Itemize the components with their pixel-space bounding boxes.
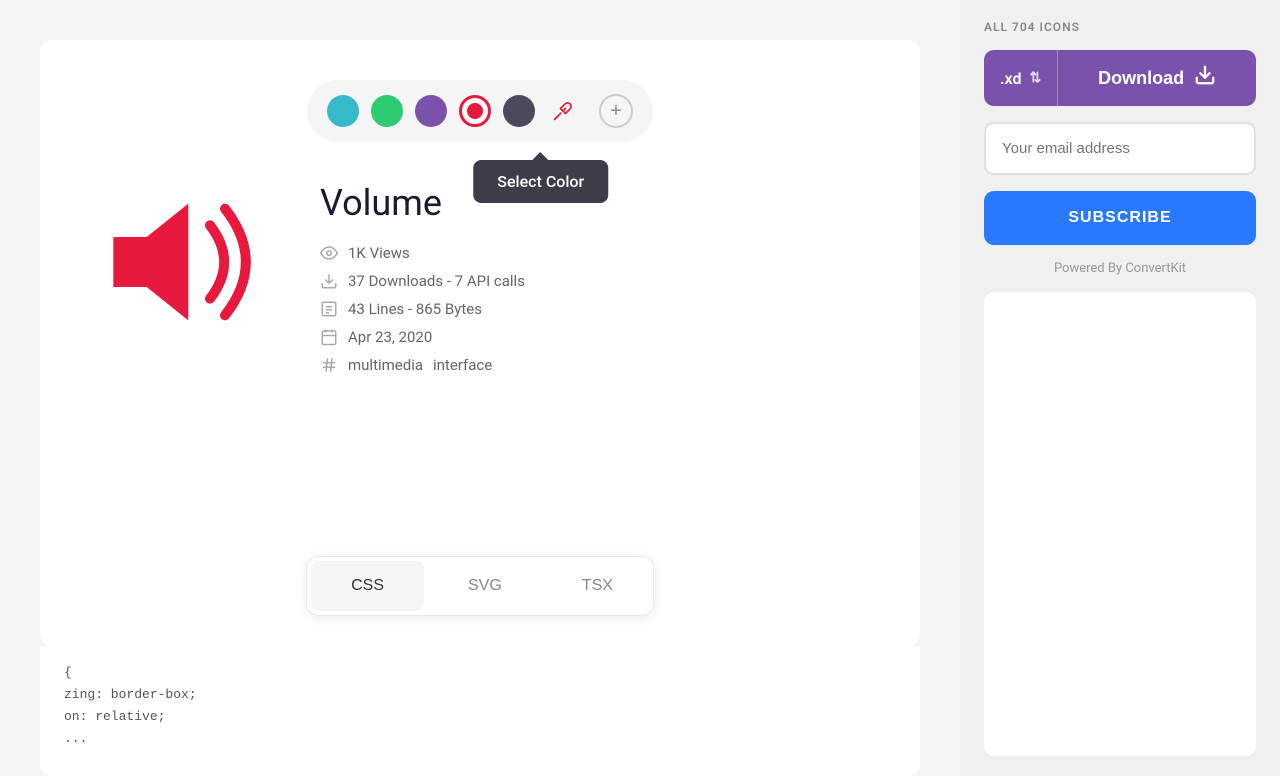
subscribe-button[interactable]: SUBSCRIBE xyxy=(984,191,1256,245)
download-row: .xd ⇅ Download xyxy=(984,50,1256,106)
format-label: .xd xyxy=(1000,69,1022,88)
icon-card: + Select Color Volum xyxy=(40,40,920,646)
color-swatch-dark[interactable] xyxy=(503,95,535,127)
empty-content-box xyxy=(984,292,1256,756)
volume-icon xyxy=(80,172,280,352)
code-line-3: on: relative; xyxy=(64,706,896,728)
powered-by-text: Powered By ConvertKit xyxy=(984,261,1256,276)
eye-icon xyxy=(320,244,338,262)
tag-multimedia[interactable]: multimedia xyxy=(348,356,423,374)
downloads-row: 37 Downloads - 7 API calls xyxy=(320,272,525,290)
download-button[interactable]: Download xyxy=(1058,50,1256,106)
tabs-container: CSS SVG TSX xyxy=(306,556,654,616)
color-picker-row: + xyxy=(307,80,653,142)
tooltip-wrapper: Select Color xyxy=(473,160,608,203)
all-icons-label: ALL 704 ICONS xyxy=(984,20,1256,34)
download-icon xyxy=(320,272,338,290)
email-input[interactable] xyxy=(984,122,1256,175)
date-row: Apr 23, 2020 xyxy=(320,328,525,346)
download-arrow-icon xyxy=(1194,64,1216,92)
lines-text: 43 Lines - 865 Bytes xyxy=(348,300,482,318)
date-text: Apr 23, 2020 xyxy=(348,328,432,346)
color-swatch-purple[interactable] xyxy=(415,95,447,127)
code-snippet: { zing: border-box; on: relative; ... xyxy=(40,646,920,776)
bottom-tabs-area: CSS SVG TSX xyxy=(306,536,654,616)
icon-meta: 1K Views 37 Downloads - 7 API calls xyxy=(320,244,525,374)
code-line-1: { xyxy=(64,662,896,684)
views-text: 1K Views xyxy=(348,244,410,262)
downloads-text: 37 Downloads - 7 API calls xyxy=(348,272,525,290)
format-section: .xd ⇅ xyxy=(984,50,1058,106)
file-icon xyxy=(320,300,338,318)
views-row: 1K Views xyxy=(320,244,525,262)
tab-tsx[interactable]: TSX xyxy=(542,557,653,615)
color-swatch-teal[interactable] xyxy=(327,95,359,127)
hashtag-icon xyxy=(320,356,338,374)
color-swatch-green[interactable] xyxy=(371,95,403,127)
lines-row: 43 Lines - 865 Bytes xyxy=(320,300,525,318)
main-area: + Select Color Volum xyxy=(0,0,960,776)
format-chevron-icon[interactable]: ⇅ xyxy=(1030,70,1042,86)
tab-css[interactable]: CSS xyxy=(311,561,424,611)
tag-interface[interactable]: interface xyxy=(433,356,492,374)
download-label: Download xyxy=(1098,68,1184,89)
tab-svg[interactable]: SVG xyxy=(428,557,542,615)
code-line-2: zing: border-box; xyxy=(64,684,896,706)
select-color-tooltip: Select Color xyxy=(473,160,608,203)
code-line-4: ... xyxy=(64,728,896,750)
calendar-icon xyxy=(320,328,338,346)
tags-row: multimedia interface xyxy=(320,356,525,374)
add-color-button[interactable]: + xyxy=(599,94,633,128)
color-swatch-red[interactable] xyxy=(459,95,491,127)
eyedropper-button[interactable] xyxy=(547,95,579,127)
right-sidebar: ALL 704 ICONS .xd ⇅ Download SUB xyxy=(960,0,1280,776)
